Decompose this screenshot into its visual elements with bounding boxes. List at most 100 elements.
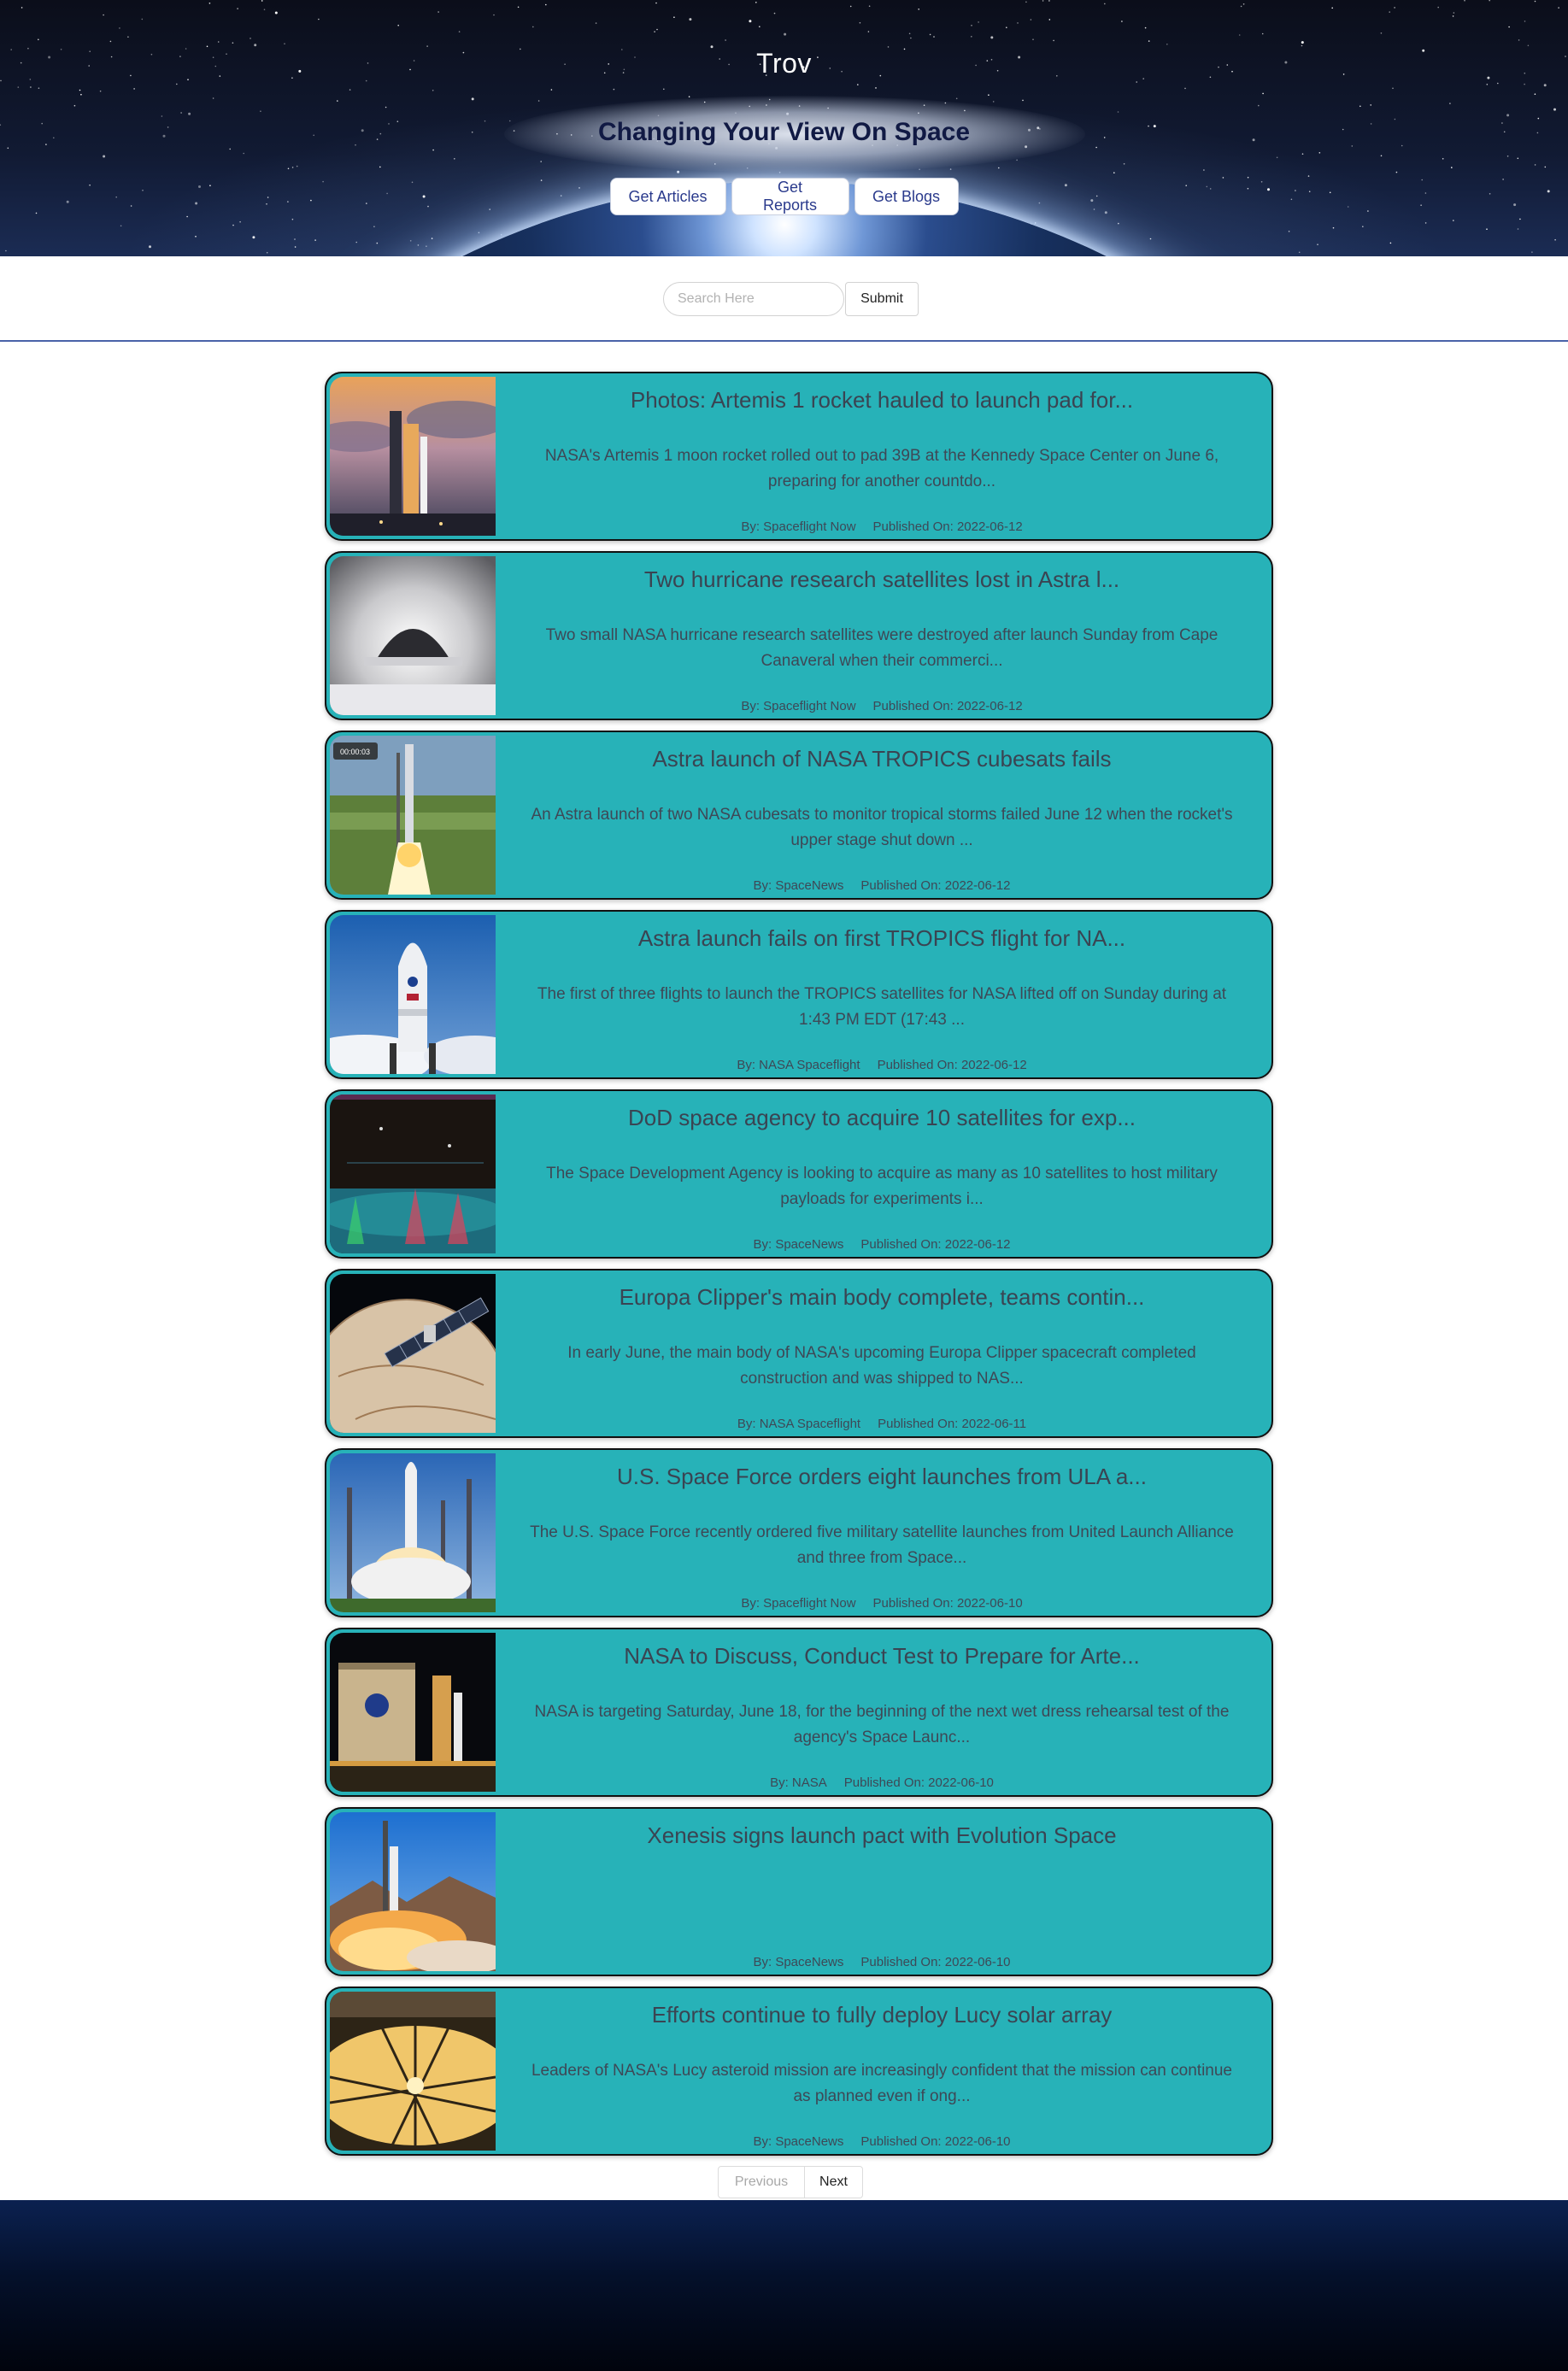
get-articles-button[interactable]: Get Articles [609, 178, 726, 215]
article-source: By: NASA Spaceflight [737, 1058, 860, 1072]
article-body: Astra launch fails on first TROPICS flig… [496, 915, 1268, 1074]
article-image [330, 556, 496, 715]
article-thumbnail[interactable]: 00:00:03 [330, 736, 496, 895]
article-title[interactable]: Xenesis signs launch pact with Evolution… [496, 1822, 1268, 1849]
article-description: The first of three flights to launch the… [537, 985, 1227, 1029]
article-image [330, 1453, 496, 1612]
search-form: Submit [663, 282, 919, 316]
article-source: By: Spaceflight Now [741, 699, 856, 713]
get-reports-button[interactable]: Get Reports [731, 178, 849, 215]
article-thumbnail[interactable] [330, 556, 496, 715]
article-list: Photos: Artemis 1 rocket hauled to launc… [325, 372, 1273, 2166]
article-body: Two hurricane research satellites lost i… [496, 556, 1268, 715]
article-body: Europa Clipper's main body complete, tea… [496, 1274, 1268, 1433]
search-section: Submit [0, 256, 1568, 342]
article-thumbnail[interactable] [330, 1992, 496, 2151]
article-title[interactable]: NASA to Discuss, Conduct Test to Prepare… [496, 1643, 1268, 1670]
next-button[interactable]: Next [805, 2166, 863, 2198]
article-card[interactable]: 00:00:03 Astra launch of NASA TROPICS cub… [325, 731, 1273, 900]
previous-button[interactable]: Previous [718, 2166, 805, 2198]
article-title[interactable]: Photos: Artemis 1 rocket hauled to launc… [496, 387, 1268, 414]
search-input[interactable] [663, 282, 844, 316]
article-source: By: SpaceNews [753, 2134, 844, 2149]
footer [0, 2200, 1568, 2371]
article-meta: By: NASA Spaceflight Published On: 2022-0… [496, 1058, 1268, 1072]
article-image: 00:00:03 [330, 736, 496, 895]
article-thumbnail[interactable] [330, 1274, 496, 1433]
article-description: NASA's Artemis 1 moon rocket rolled out … [544, 447, 1219, 490]
article-body: Photos: Artemis 1 rocket hauled to launc… [496, 377, 1268, 536]
article-card[interactable]: NASA to Discuss, Conduct Test to Prepare… [325, 1628, 1273, 1797]
article-body: Astra launch of NASA TROPICS cubesats fa… [496, 736, 1268, 895]
article-body: DoD space agency to acquire 10 satellite… [496, 1095, 1268, 1253]
article-meta: By: NASA Published On: 2022-06-10 [496, 1775, 1268, 1790]
article-date: Published On: 2022-06-12 [872, 699, 1023, 713]
article-date: Published On: 2022-06-10 [872, 1596, 1023, 1611]
submit-button[interactable]: Submit [845, 282, 919, 316]
article-thumbnail[interactable] [330, 1812, 496, 1971]
article-card[interactable]: DoD space agency to acquire 10 satellite… [325, 1089, 1273, 1259]
article-body: U.S. Space Force orders eight launches f… [496, 1453, 1268, 1612]
article-image [330, 1095, 496, 1253]
article-description: Two small NASA hurricane research satell… [545, 626, 1219, 670]
article-meta: By: SpaceNews Published On: 2022-06-12 [496, 878, 1268, 893]
article-body: Efforts continue to fully deploy Lucy so… [496, 1992, 1268, 2151]
article-description: In early June, the main body of NASA's u… [567, 1344, 1196, 1388]
article-date: Published On: 2022-06-12 [860, 1237, 1011, 1252]
article-description: Leaders of NASA's Lucy asteroid mission … [531, 2062, 1232, 2105]
article-description: The Space Development Agency is looking … [546, 1165, 1218, 1208]
article-meta: By: Spaceflight Now Published On: 2022-06… [496, 519, 1268, 534]
article-title[interactable]: Astra launch of NASA TROPICS cubesats fa… [496, 746, 1268, 772]
article-thumbnail[interactable] [330, 915, 496, 1074]
article-date: Published On: 2022-06-12 [872, 519, 1023, 534]
article-card[interactable]: U.S. Space Force orders eight launches f… [325, 1448, 1273, 1617]
article-date: Published On: 2022-06-11 [878, 1417, 1027, 1431]
article-card[interactable]: Xenesis signs launch pact with Evolution… [325, 1807, 1273, 1976]
article-date: Published On: 2022-06-10 [860, 2134, 1011, 2149]
site-title: Trov [756, 48, 812, 79]
article-thumbnail[interactable] [330, 1453, 496, 1612]
get-blogs-button[interactable]: Get Blogs [854, 178, 959, 215]
article-thumbnail[interactable] [330, 1633, 496, 1792]
article-image [330, 1812, 496, 1971]
article-image [330, 377, 496, 536]
article-title[interactable]: DoD space agency to acquire 10 satellite… [496, 1105, 1268, 1131]
article-card[interactable]: Astra launch fails on first TROPICS flig… [325, 910, 1273, 1079]
article-image [330, 1992, 496, 2151]
article-date: Published On: 2022-06-12 [860, 878, 1011, 893]
article-source: By: Spaceflight Now [741, 519, 856, 534]
article-date: Published On: 2022-06-12 [877, 1058, 1027, 1072]
article-card[interactable]: Photos: Artemis 1 rocket hauled to launc… [325, 372, 1273, 541]
article-source: By: SpaceNews [753, 1955, 844, 1969]
article-body: Xenesis signs launch pact with Evolution… [496, 1812, 1268, 1971]
article-image [330, 1274, 496, 1433]
site-tagline: Changing Your View On Space [597, 118, 971, 146]
article-meta: By: NASA Spaceflight Published On: 2022-0… [496, 1417, 1268, 1431]
article-image [330, 915, 496, 1074]
article-date: Published On: 2022-06-10 [860, 1955, 1011, 1969]
article-meta: By: SpaceNews Published On: 2022-06-10 [496, 2134, 1268, 2149]
article-card[interactable]: Europa Clipper's main body complete, tea… [325, 1269, 1273, 1438]
hero-nav: Get Articles Get Reports Get Blogs [0, 178, 1568, 215]
article-thumbnail[interactable] [330, 377, 496, 536]
article-thumbnail[interactable] [330, 1095, 496, 1253]
article-card[interactable]: Two hurricane research satellites lost i… [325, 551, 1273, 720]
video-timestamp: 00:00:03 [340, 748, 370, 756]
article-title[interactable]: Efforts continue to fully deploy Lucy so… [496, 2002, 1268, 2028]
article-date: Published On: 2022-06-10 [843, 1775, 994, 1790]
article-source: By: NASA Spaceflight [737, 1417, 861, 1431]
article-description: An Astra launch of two NASA cubesats to … [531, 806, 1233, 849]
article-title[interactable]: Astra launch fails on first TROPICS flig… [496, 925, 1268, 952]
article-body: NASA to Discuss, Conduct Test to Prepare… [496, 1633, 1268, 1792]
article-title[interactable]: Two hurricane research satellites lost i… [496, 566, 1268, 593]
article-card[interactable]: Efforts continue to fully deploy Lucy so… [325, 1987, 1273, 2156]
article-meta: By: SpaceNews Published On: 2022-06-12 [496, 1237, 1268, 1252]
article-source: By: SpaceNews [753, 878, 844, 893]
article-title[interactable]: U.S. Space Force orders eight launches f… [496, 1464, 1268, 1490]
article-source: By: Spaceflight Now [741, 1596, 856, 1611]
article-description: NASA is targeting Saturday, June 18, for… [534, 1703, 1230, 1746]
article-title[interactable]: Europa Clipper's main body complete, tea… [496, 1284, 1268, 1311]
article-meta: By: Spaceflight Now Published On: 2022-06… [496, 1596, 1268, 1611]
article-meta: By: Spaceflight Now Published On: 2022-06… [496, 699, 1268, 713]
article-description: The U.S. Space Force recently ordered fi… [530, 1523, 1234, 1567]
